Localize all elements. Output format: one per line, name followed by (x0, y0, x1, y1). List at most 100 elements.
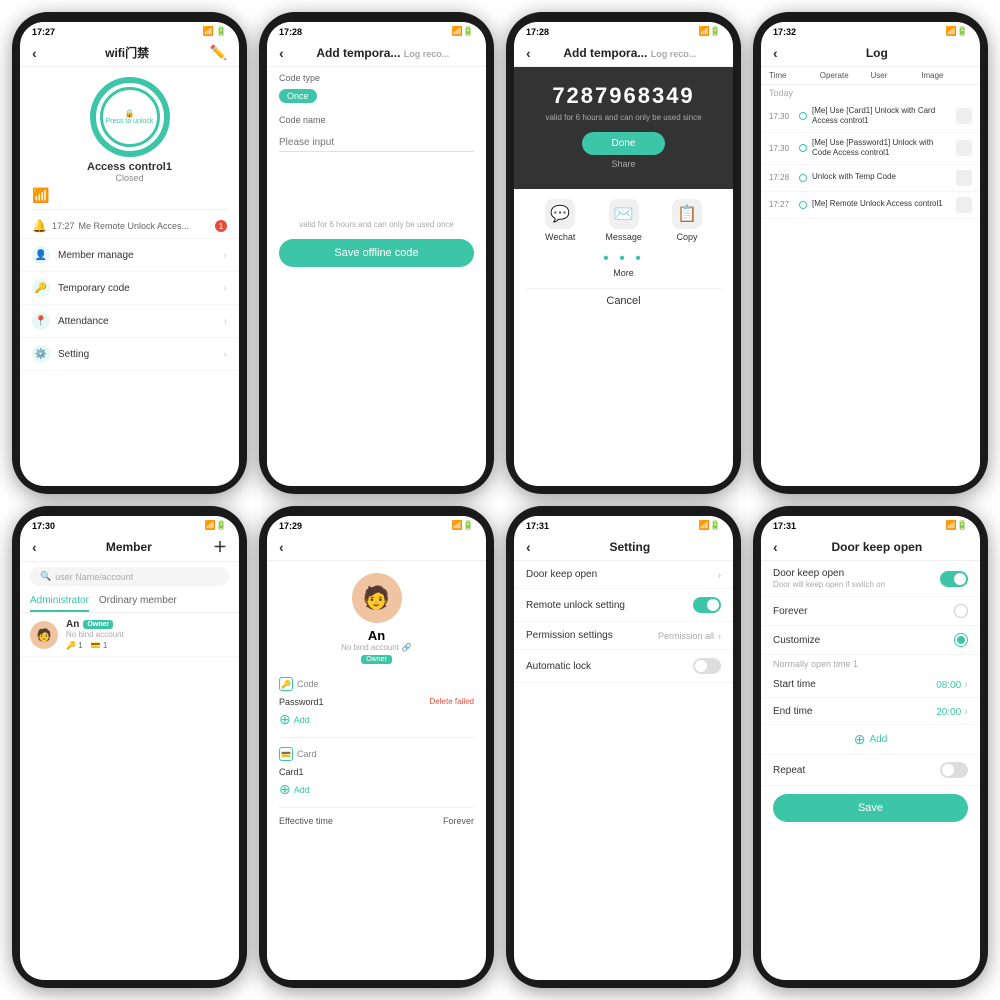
effective-value: Forever (443, 816, 474, 826)
save-offline-btn[interactable]: Save offline code (279, 239, 474, 267)
profile-name: An (368, 628, 385, 643)
access-status: Closed (20, 173, 239, 183)
back-btn-4[interactable]: ‹ (773, 45, 778, 61)
message-share[interactable]: ✉️ Message (605, 199, 642, 242)
forever-item[interactable]: Forever (761, 597, 980, 626)
code-name-input[interactable] (279, 134, 474, 152)
member-icon: 👤 (32, 246, 50, 264)
code-section-title: 🔑 Code (279, 677, 474, 691)
member-item[interactable]: 🧑 An Owner No bind account 🔑 1 💳 1 (20, 613, 239, 657)
log-item-3: 17:27 [Me] Remote Unlock Access control1 (761, 192, 980, 219)
add-code-btn[interactable]: ⊕ Add (279, 711, 474, 728)
auto-lock-toggle[interactable] (693, 658, 721, 674)
phone-7: 17:31 📶🔋 ‹ Setting Door keep open › Remo… (506, 506, 741, 988)
phone-1: 17:27 📶 🔋 ‹ wifi门禁 ✏️ 🔒 Press to unlock (12, 12, 247, 494)
permission-item[interactable]: Permission settings Permission all › (514, 622, 733, 650)
attendance-item[interactable]: 📍 Attendance › (20, 305, 239, 338)
code-icon: 🔑 (279, 677, 293, 691)
end-chevron-icon: › (964, 704, 968, 718)
wifi-section: 📶 (32, 187, 227, 210)
nav-bar-2: ‹ Add tempora... Log reco... (267, 39, 486, 67)
temp-code-item[interactable]: 🔑 Temporary code › (20, 272, 239, 305)
back-btn-1[interactable]: ‹ (32, 45, 37, 61)
done-btn[interactable]: Done (582, 132, 666, 155)
status-bar-6: 17:29 📶🔋 (267, 516, 486, 533)
member-name: An (66, 619, 79, 630)
tab-admin[interactable]: Administrator (30, 591, 89, 612)
add-member-icon[interactable]: ＋ (213, 537, 227, 557)
door-keep-sub: Door will keep open if switch on (773, 580, 885, 589)
remote-unlock-label: Remote unlock setting (526, 600, 625, 611)
member-name-row: An Owner (66, 619, 229, 630)
add-time-row[interactable]: ⊕ Add (761, 725, 980, 755)
wifi-icon: 📶 (32, 187, 49, 203)
save-btn-8[interactable]: Save (773, 794, 968, 822)
page-title-2: Add tempora... Log reco... (292, 46, 474, 60)
lock-circle[interactable]: 🔒 Press to unlock (90, 77, 170, 157)
add-card-btn[interactable]: ⊕ Add (279, 781, 474, 798)
forever-radio[interactable] (954, 604, 968, 618)
member-manage-item[interactable]: 👤 Member manage › (20, 239, 239, 272)
card-count: 💳 1 (91, 641, 108, 650)
log-col-image: Image (921, 71, 972, 80)
remote-unlock-toggle[interactable] (693, 597, 721, 613)
search-bar[interactable]: 🔍 user Name/account (30, 567, 229, 586)
edit-icon-1[interactable]: ✏️ (210, 44, 227, 61)
chevron-icon-2: › (224, 283, 227, 294)
nav-bar-8: ‹ Door keep open (761, 533, 980, 561)
hint-text: valid for 6 hours and can only be used o… (267, 216, 486, 233)
door-keep-toggle[interactable] (940, 571, 968, 587)
back-btn-3[interactable]: ‹ (526, 45, 531, 61)
phone-4: 17:32 📶🔋 ‹ Log Time Operate User Image T… (753, 12, 988, 494)
code-type-value[interactable]: Once (279, 89, 317, 103)
status-bar-7: 17:31 📶🔋 (514, 516, 733, 533)
more-row[interactable]: • • • More (514, 246, 733, 282)
back-btn-2[interactable]: ‹ (279, 45, 284, 61)
page-title-4: Log (786, 46, 968, 60)
back-btn-6[interactable]: ‹ (279, 539, 284, 555)
customize-item[interactable]: Customize (761, 626, 980, 655)
door-keep-open-item[interactable]: Door keep open › (514, 561, 733, 589)
phone-8: 17:31 📶🔋 ‹ Door keep open Door keep open… (753, 506, 988, 988)
wechat-share[interactable]: 💬 Wechat (545, 199, 575, 242)
setting-item[interactable]: ⚙️ Setting › (20, 338, 239, 371)
delete-failed: Delete failed (430, 697, 474, 707)
back-btn-8[interactable]: ‹ (773, 539, 778, 555)
status-bar-2: 17:28 📶🔋 (267, 22, 486, 39)
customize-radio[interactable] (954, 633, 968, 647)
permission-label: Permission settings (526, 630, 613, 641)
repeat-toggle[interactable] (940, 762, 968, 778)
code-number: 7287968349 (526, 83, 721, 109)
remote-unlock-item[interactable]: Remote unlock setting (514, 589, 733, 622)
tab-ordinary[interactable]: Ordinary member (99, 591, 177, 612)
screen-5: 17:30 📶🔋 ‹ Member ＋ 🔍 user Name/account … (20, 516, 239, 980)
log-text-2: Unlock with Temp Code (812, 172, 952, 182)
profile-sub: No bind account 🔗 (341, 643, 412, 652)
log-img-1 (956, 140, 972, 156)
status-bar-1: 17:27 📶 🔋 (20, 22, 239, 39)
cancel-btn[interactable]: Cancel (526, 288, 721, 313)
setting-label: Setting (58, 349, 89, 360)
nav-bar-3: ‹ Add tempora... Log reco... (514, 39, 733, 67)
password-item: Password1 Delete failed (279, 695, 474, 709)
wechat-label: Wechat (545, 232, 575, 242)
page-title-7: Setting (539, 540, 721, 554)
log-dot-3 (799, 201, 807, 209)
code-section: 🔑 Code Password1 Delete failed ⊕ Add (267, 672, 486, 733)
page-title-3: Add tempora... Log reco... (539, 46, 721, 60)
time-5: 17:30 (32, 521, 55, 531)
auto-lock-item[interactable]: Automatic lock (514, 650, 733, 683)
nav-bar-6: ‹ (267, 533, 486, 561)
back-btn-7[interactable]: ‹ (526, 539, 531, 555)
copy-share[interactable]: 📋 Copy (672, 199, 702, 242)
code-type-label: Code type (267, 67, 486, 86)
end-time-row[interactable]: End time 20:00 › (761, 698, 980, 725)
back-btn-5[interactable]: ‹ (32, 539, 37, 555)
phone-5: 17:30 📶🔋 ‹ Member ＋ 🔍 user Name/account … (12, 506, 247, 988)
start-time-row[interactable]: Start time 08:00 › (761, 671, 980, 698)
card-section-title: 💳 Card (279, 747, 474, 761)
link-icon: 🔗 (402, 643, 412, 652)
log-text-0: [Me] Use [Card1] Unlock with Card Access… (812, 106, 952, 127)
code-count: 🔑 1 (66, 641, 83, 650)
notif-text: Me Remote Unlock Acces... (78, 221, 189, 231)
